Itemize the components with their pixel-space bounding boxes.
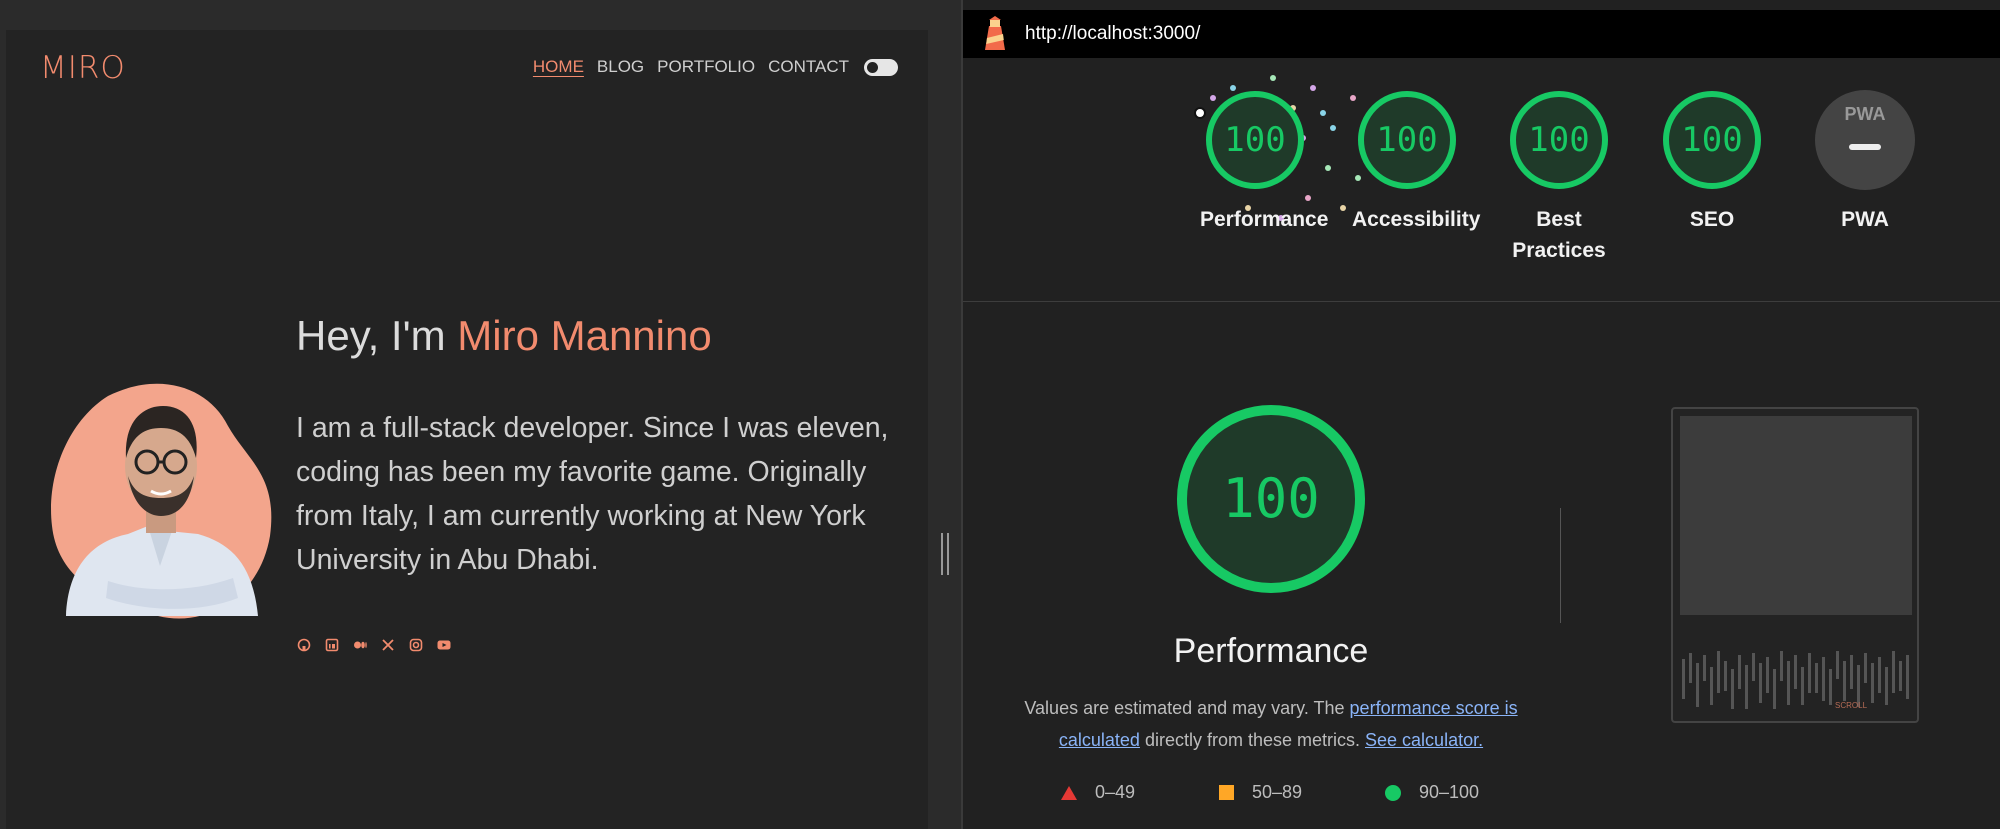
pwa-badge-icon: PWA bbox=[1815, 90, 1915, 190]
report-url[interactable]: http://localhost:3000/ bbox=[1025, 23, 1200, 45]
main-score-value: 100 bbox=[1222, 467, 1320, 530]
hero-greeting: Hey, I'm bbox=[296, 312, 458, 359]
profile-photo bbox=[51, 383, 272, 619]
green-circle-icon bbox=[1385, 784, 1401, 801]
section-divider bbox=[963, 301, 2000, 302]
gauge-label: SEO bbox=[1689, 208, 1735, 231]
split-resize-handle[interactable] bbox=[941, 533, 949, 575]
nav-portfolio[interactable]: PORTFOLIO bbox=[657, 57, 755, 77]
category-gauges: 100 Performance 100 Accessibility 100 Be… bbox=[963, 75, 2000, 300]
thumbnail-content bbox=[1680, 416, 1912, 615]
gauge-seo[interactable]: 100 SEO bbox=[1657, 90, 1767, 235]
social-links bbox=[297, 638, 451, 652]
theme-toggle[interactable] bbox=[864, 58, 898, 76]
gauge-performance[interactable]: 100 Performance bbox=[1200, 90, 1329, 235]
github-icon[interactable] bbox=[297, 638, 311, 652]
gauge-ring: 100 bbox=[1662, 90, 1762, 190]
website-pane: MIRO HOME BLOG PORTFOLIO CONTACT Hey, I'… bbox=[0, 0, 956, 829]
legend-average: 50–89 bbox=[1219, 782, 1302, 803]
instagram-icon[interactable] bbox=[409, 638, 423, 652]
gauge-label: Best Practices bbox=[1512, 208, 1606, 262]
performance-description: Values are estimated and may vary. The p… bbox=[1003, 692, 1539, 756]
gauge-label: PWA bbox=[1841, 208, 1889, 231]
gauge-label: Performance bbox=[1200, 208, 1329, 231]
report-url-bar: http://localhost:3000/ bbox=[963, 10, 2000, 58]
hero-bio: I am a full-stack developer. Since I was… bbox=[296, 412, 889, 576]
legend-label: 50–89 bbox=[1252, 782, 1303, 802]
legend-pass: 90–100 bbox=[1385, 782, 1479, 803]
score-value: 100 bbox=[1681, 120, 1743, 160]
gauge-ring: 100 bbox=[1205, 90, 1305, 190]
pwa-dash bbox=[1849, 144, 1881, 150]
score-value: 100 bbox=[1376, 120, 1438, 160]
vertical-separator bbox=[1560, 508, 1561, 623]
thumbnail-scroll-label: SCROLL bbox=[1835, 701, 1868, 710]
thumbnail-filmstrip bbox=[1682, 651, 1909, 709]
website-viewport: MIRO HOME BLOG PORTFOLIO CONTACT Hey, I'… bbox=[6, 30, 928, 829]
x-icon[interactable] bbox=[381, 638, 395, 652]
pwa-badge-text: PWA bbox=[1844, 104, 1886, 124]
score-legend: 0–49 50–89 90–100 bbox=[963, 782, 1579, 808]
desc-middle: directly from these metrics. bbox=[1139, 730, 1366, 750]
gauge-ring: 100 bbox=[1357, 90, 1457, 190]
see-calculator-link[interactable]: See calculator. bbox=[1365, 730, 1483, 750]
legend-label: 0–49 bbox=[1095, 782, 1136, 802]
score-value: 100 bbox=[1528, 120, 1590, 160]
nav-blog[interactable]: BLOG bbox=[597, 57, 644, 77]
gauge-accessibility[interactable]: 100 Accessibility bbox=[1352, 90, 1481, 235]
lighthouse-logo-icon bbox=[985, 16, 1005, 50]
linkedin-icon[interactable] bbox=[325, 638, 339, 652]
nav-home[interactable]: HOME bbox=[533, 57, 584, 77]
youtube-icon[interactable] bbox=[437, 638, 451, 652]
hero-heading: Hey, I'm Miro Mannino bbox=[296, 312, 712, 360]
performance-heading: Performance bbox=[1173, 632, 1369, 670]
red-triangle-icon bbox=[1061, 785, 1077, 800]
main-nav: HOME BLOG PORTFOLIO CONTACT bbox=[533, 57, 898, 77]
legend-label: 90–100 bbox=[1419, 782, 1480, 802]
orange-square-icon bbox=[1219, 785, 1234, 800]
medium-icon[interactable] bbox=[353, 638, 367, 652]
gauge-label: Accessibility bbox=[1352, 208, 1481, 231]
performance-main-gauge: 100 bbox=[1176, 404, 1366, 594]
nav-contact[interactable]: CONTACT bbox=[768, 57, 849, 77]
desc-prefix: Values are estimated and may vary. The bbox=[1024, 698, 1350, 718]
gauge-pwa[interactable]: PWA PWA bbox=[1810, 90, 1920, 235]
gauge-best-practices[interactable]: 100 Best Practices bbox=[1504, 90, 1614, 266]
toggle-knob bbox=[867, 61, 878, 73]
legend-fail: 0–49 bbox=[1061, 782, 1135, 803]
score-value: 100 bbox=[1224, 120, 1286, 160]
page-screenshot-thumbnail[interactable]: SCROLL bbox=[1671, 407, 1919, 723]
lighthouse-pane: http://localhost:3000/ 100 Performance 1… bbox=[963, 0, 2000, 829]
gauge-ring: 100 bbox=[1509, 90, 1609, 190]
hero-name: Miro Mannino bbox=[457, 312, 712, 359]
site-logo[interactable]: MIRO bbox=[40, 50, 126, 86]
